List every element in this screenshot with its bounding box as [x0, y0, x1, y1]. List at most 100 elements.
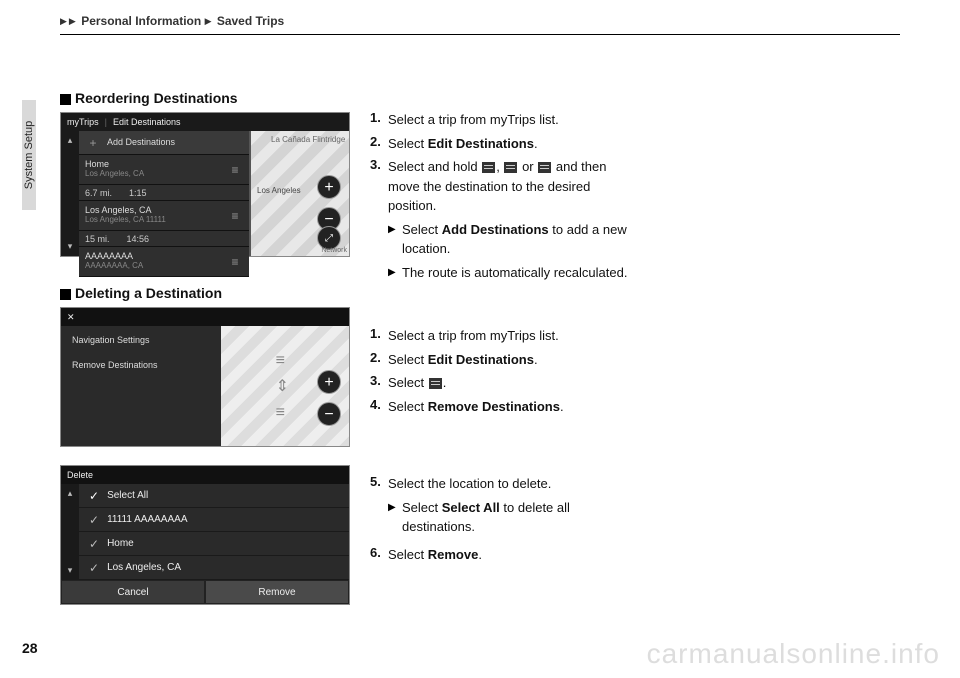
list-row: ✓ Home: [79, 532, 349, 556]
triangle-icon: ▶: [388, 220, 402, 259]
screenshot-nav-settings: ✕ Navigation Settings Remove Destination…: [60, 307, 350, 447]
delete-title: Delete: [67, 470, 93, 480]
substep-text: The route is automatically recalculated.: [402, 263, 630, 283]
divider: [60, 34, 900, 35]
side-tab-label: System Setup: [23, 121, 35, 189]
map-label: La Cañada Flintridge: [271, 135, 345, 144]
instructions-reorder: 1.Select a trip from myTrips list. 2. Se…: [370, 110, 630, 286]
screenshot-delete-list: Delete ▴ ▾ ✓ Select All ✓ 11111 AAAAAAAA ✓…: [60, 465, 350, 605]
page-number: 28: [22, 640, 38, 656]
up-icon: ▴: [68, 488, 73, 499]
row-sub: AAAAAAAA, CA: [85, 262, 221, 271]
section-title-delete: Deleting a Destination: [60, 285, 360, 301]
list-row: ✓ Los Angeles, CA: [79, 556, 349, 580]
row-name: Home: [85, 159, 109, 169]
cancel-button: Cancel: [61, 580, 205, 604]
handle-icon: ≡: [227, 163, 243, 177]
instructions-delete-b: 5. Select the location to delete. ▶Selec…: [370, 474, 630, 564]
screenshot-tabs: myTrips | Edit Destinations: [61, 113, 349, 131]
check-icon: ✓: [89, 513, 99, 527]
step-text: Select Edit Destinations.: [388, 134, 630, 154]
right-column: 1.Select a trip from myTrips list. 2. Se…: [370, 110, 630, 582]
zoom-out-icon: −: [317, 402, 341, 426]
row-name: AAAAAAAA: [85, 251, 133, 261]
handle-icon: ≡: [227, 209, 243, 223]
step-text: Select Edit Destinations.: [388, 350, 630, 370]
handle-icon: [538, 162, 551, 173]
down-icon: ▾: [68, 241, 73, 252]
list-row: HomeLos Angeles, CA ≡: [79, 155, 249, 185]
watermark: carmanualsonline.info: [647, 638, 940, 670]
remove-button: Remove: [205, 580, 349, 604]
instructions-delete-a: 1.Select a trip from myTrips list. 2. Se…: [370, 326, 630, 416]
map-label: Los Angeles: [257, 186, 301, 195]
plus-icon: +: [85, 136, 101, 150]
reorder-icons: ≡⇕≡: [276, 348, 289, 426]
add-dest-label: Add Destinations: [107, 138, 243, 148]
row-time: 14:56: [127, 234, 150, 244]
square-icon: [60, 94, 71, 105]
list-row-meta: 6.7 mi. 1:15: [79, 185, 249, 201]
row-sub: Los Angeles, CA: [85, 170, 221, 179]
row-name: Los Angeles, CA: [85, 205, 152, 215]
scroll-arrows: ▴ ▾: [61, 131, 79, 256]
handle-icon: [504, 162, 517, 173]
list-row-meta: 15 mi. 14:56: [79, 231, 249, 247]
triangle-icon: ▶: [60, 16, 67, 26]
screenshot-reorder: myTrips | Edit Destinations ▴ ▾ + Add De…: [60, 112, 350, 257]
map-network-label: Network: [321, 247, 347, 254]
square-icon: [60, 289, 71, 300]
zoom-in-icon: +: [317, 175, 341, 199]
nav-settings-row: Navigation Settings: [64, 329, 218, 351]
section-title-reorder: Reordering Destinations: [60, 90, 360, 106]
select-all-label: Select All: [107, 490, 148, 501]
remove-dest-row: Remove Destinations: [64, 354, 218, 376]
mini-map: La Cañada Flintridge Los Angeles + − ⤢ N…: [251, 131, 349, 256]
step-text: Select and hold , or and then move the d…: [388, 157, 630, 286]
check-icon: ✓: [89, 561, 99, 575]
step-text: Select a trip from myTrips list.: [388, 326, 630, 346]
scroll-arrows: ▴ ▾: [61, 484, 79, 580]
list-row: ✓ 11111 AAAAAAAA: [79, 508, 349, 532]
substep-text: Select Select All to delete all destinat…: [402, 498, 630, 537]
up-icon: ▴: [68, 135, 73, 146]
row-label: Home: [107, 538, 134, 549]
triangle-icon: ▶: [205, 16, 212, 26]
handle-icon: ≡: [227, 255, 243, 269]
check-icon: ✓: [89, 537, 99, 551]
triangle-icon: ▶: [388, 263, 402, 283]
list-row: AAAAAAAAAAAAAAAA, CA ≡: [79, 247, 249, 277]
row-time: 1:15: [129, 188, 147, 198]
list-row: Los Angeles, CALos Angeles, CA 11111 ≡: [79, 201, 249, 231]
side-tab: System Setup: [22, 100, 36, 210]
left-column: Reordering Destinations myTrips | Edit D…: [60, 90, 360, 605]
row-sub: Los Angeles, CA 11111: [85, 216, 221, 225]
triangle-icon: ▶: [69, 16, 76, 26]
section1-title-text: Reordering Destinations: [75, 90, 238, 106]
breadcrumb: ▶▶ Personal Information ▶ Saved Trips: [60, 14, 900, 28]
handle-icon: [482, 162, 495, 173]
substep-text: Select Add Destinations to add a new loc…: [402, 220, 630, 259]
breadcrumb-level-2: Saved Trips: [217, 14, 284, 28]
step-text: Select Remove.: [388, 545, 630, 565]
step-text: Select .: [388, 373, 630, 393]
zoom-in-icon: +: [317, 370, 341, 394]
tab-mytrips: myTrips: [67, 117, 99, 127]
row-dist: 15 mi.: [85, 234, 110, 244]
triangle-icon: ▶: [388, 498, 402, 537]
row-dist: 6.7 mi.: [85, 188, 112, 198]
row-label: 11111 AAAAAAAA: [107, 514, 187, 525]
close-icon: ✕: [67, 312, 75, 323]
step-text: Select the location to delete. ▶Select S…: [388, 474, 630, 541]
breadcrumb-level-1: Personal Information: [81, 14, 201, 28]
add-destinations-row: + Add Destinations: [79, 131, 249, 155]
handle-icon: [429, 378, 442, 389]
section2-title-text: Deleting a Destination: [75, 285, 222, 301]
row-label: Los Angeles, CA: [107, 562, 181, 573]
check-icon: ✓: [89, 489, 99, 503]
tab-edit: Edit Destinations: [113, 117, 181, 127]
down-icon: ▾: [68, 565, 73, 576]
step-text: Select Remove Destinations.: [388, 397, 630, 417]
step-text: Select a trip from myTrips list.: [388, 110, 630, 130]
select-all-row: ✓ Select All: [79, 484, 349, 508]
